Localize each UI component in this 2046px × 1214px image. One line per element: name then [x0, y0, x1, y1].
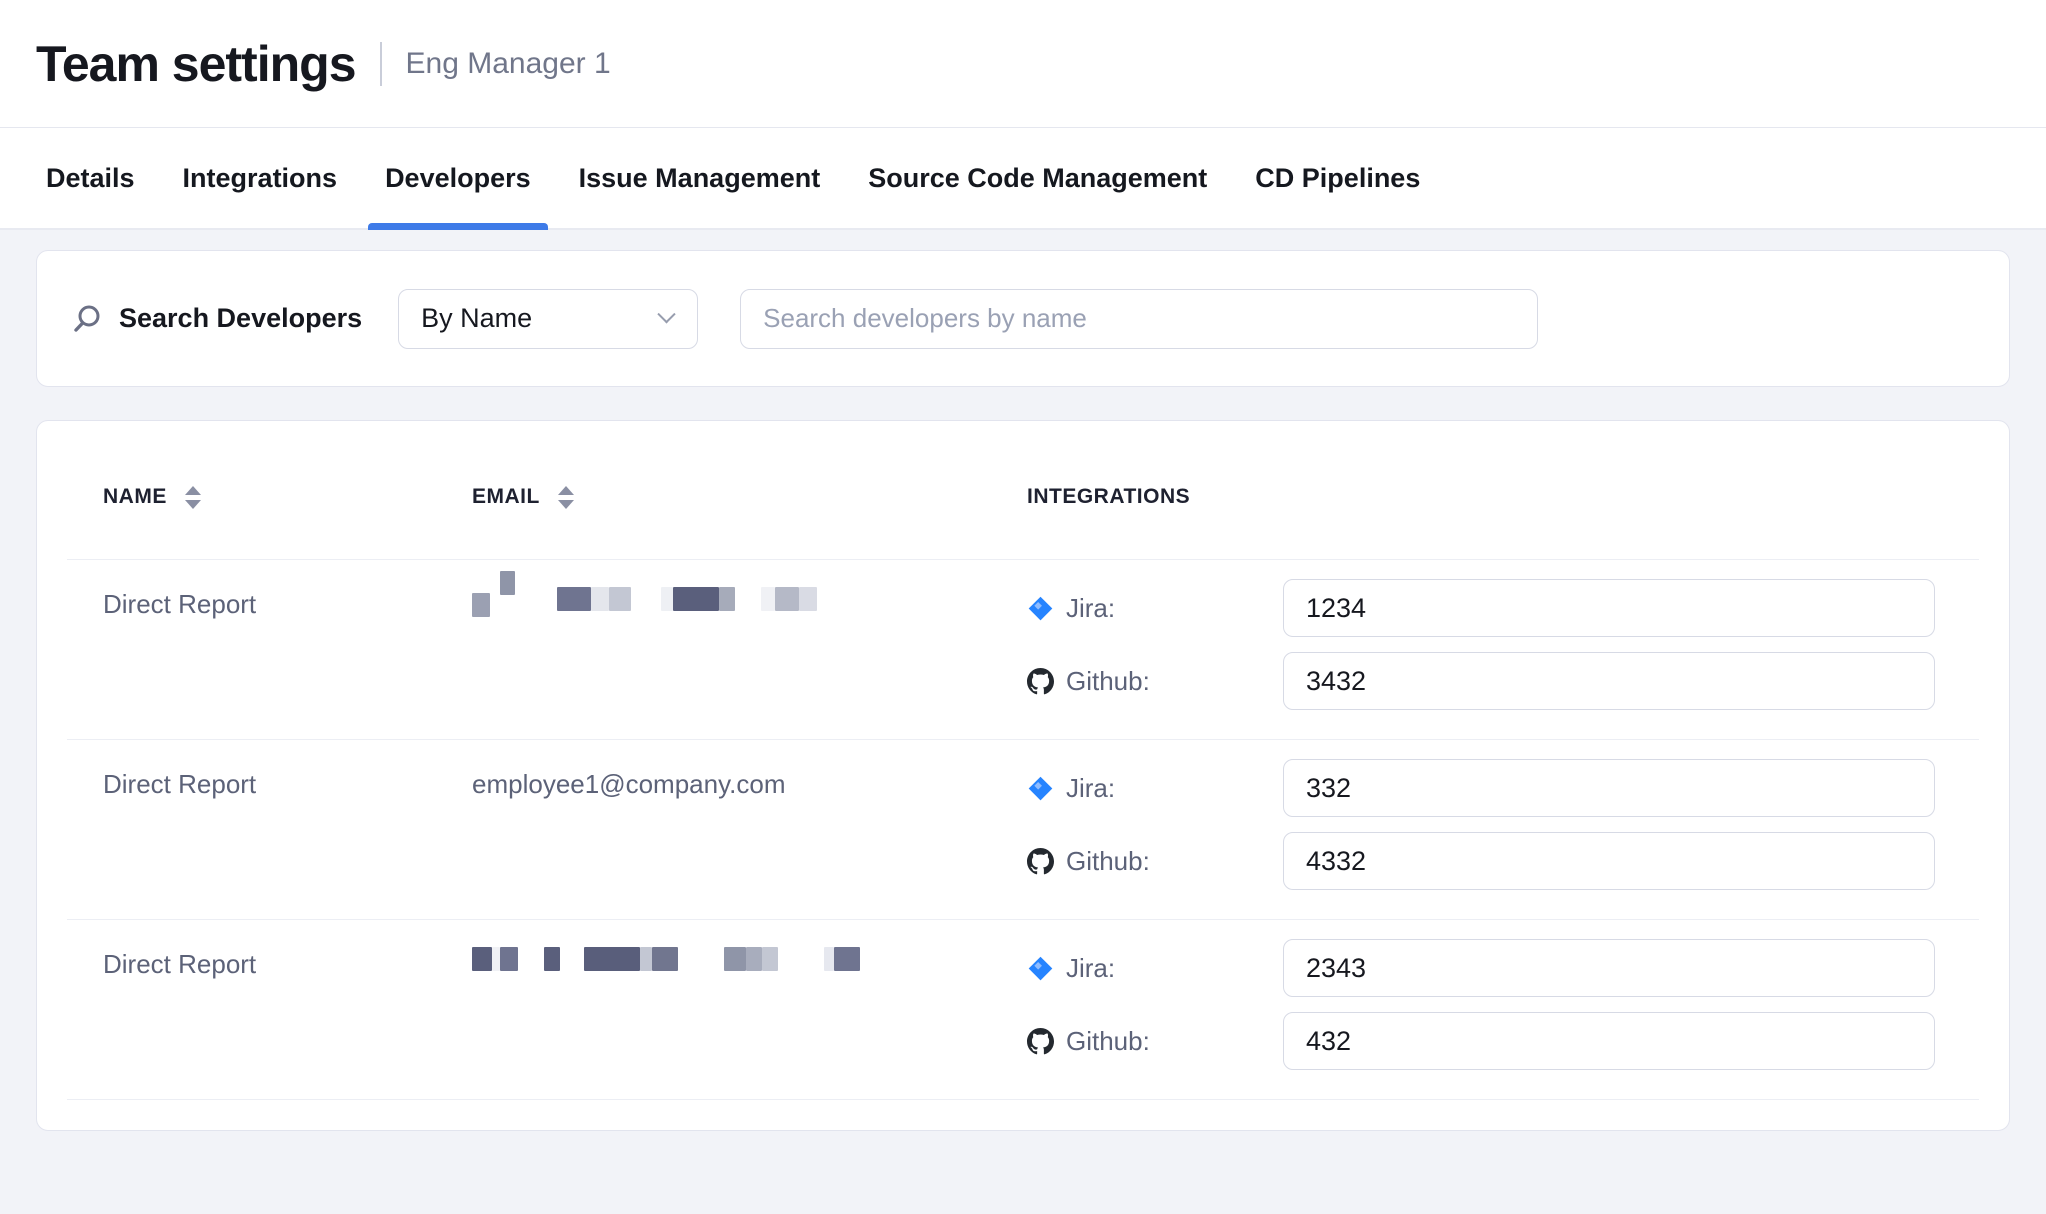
github-label: Github:: [1066, 846, 1150, 877]
github-line: Github:: [1027, 652, 1935, 710]
github-id-input[interactable]: [1283, 652, 1935, 710]
search-icon: [71, 303, 103, 335]
jira-label: Jira:: [1066, 773, 1115, 804]
table-body: Direct Report Jira:: [67, 560, 1979, 1100]
search-filter-selected-value: By Name: [421, 303, 532, 334]
jira-label-box: Jira:: [1027, 773, 1283, 804]
sort-icon[interactable]: [558, 486, 574, 509]
title-row: Team settings Eng Manager 1: [36, 35, 611, 93]
integrations-cell: Jira: Github:: [1027, 579, 1987, 710]
developer-email-cell: [472, 939, 1027, 975]
github-label-box: Github:: [1027, 666, 1283, 697]
tab-integrations[interactable]: Integrations: [166, 128, 355, 228]
sort-icon[interactable]: [185, 486, 201, 509]
jira-line: Jira:: [1027, 759, 1935, 817]
page-subtitle: Eng Manager 1: [406, 47, 611, 81]
jira-icon: [1027, 595, 1054, 622]
table-header-row: NAME EMAIL INTEGRATIONS: [67, 421, 1979, 560]
redacted-email-blocks: [472, 943, 1027, 975]
developers-table-card: NAME EMAIL INTEGRATIONS Direct Report: [36, 420, 2010, 1131]
main-content: Search Developers By Name NAME EMAIL INT…: [0, 230, 2046, 1131]
github-icon: [1027, 1028, 1054, 1055]
github-label: Github:: [1066, 1026, 1150, 1057]
search-filter-select[interactable]: By Name: [398, 289, 698, 349]
jira-label: Jira:: [1066, 953, 1115, 984]
column-header-email[interactable]: EMAIL: [472, 485, 1027, 509]
jira-icon: [1027, 775, 1054, 802]
integrations-cell: Jira: Github:: [1027, 759, 1987, 890]
github-label-box: Github:: [1027, 1026, 1283, 1057]
search-developers-label: Search Developers: [119, 303, 362, 334]
jira-id-input[interactable]: [1283, 579, 1935, 637]
developer-name: Direct Report: [103, 579, 472, 620]
integrations-cell: Jira: Github:: [1027, 939, 1987, 1070]
developer-name: Direct Report: [103, 939, 472, 980]
tab-developers[interactable]: Developers: [368, 128, 548, 228]
github-icon: [1027, 848, 1054, 875]
github-label: Github:: [1066, 666, 1150, 697]
jira-id-input[interactable]: [1283, 939, 1935, 997]
tab-details[interactable]: Details: [29, 128, 152, 228]
jira-id-input[interactable]: [1283, 759, 1935, 817]
github-icon: [1027, 668, 1054, 695]
tab-issue-management[interactable]: Issue Management: [562, 128, 838, 228]
jira-line: Jira:: [1027, 939, 1935, 997]
jira-label-box: Jira:: [1027, 953, 1283, 984]
jira-line: Jira:: [1027, 579, 1935, 637]
column-header-email-label: EMAIL: [472, 485, 540, 509]
column-header-name-label: NAME: [103, 485, 167, 509]
title-separator: [380, 42, 382, 86]
github-line: Github:: [1027, 832, 1935, 890]
column-header-name[interactable]: NAME: [103, 485, 472, 509]
page-title: Team settings: [36, 35, 356, 93]
developer-email: employee1@company.com: [472, 759, 1027, 800]
github-id-input[interactable]: [1283, 832, 1935, 890]
github-id-input[interactable]: [1283, 1012, 1935, 1070]
column-header-integrations-label: INTEGRATIONS: [1027, 485, 1190, 509]
search-developers-card: Search Developers By Name: [36, 250, 2010, 387]
jira-icon: [1027, 955, 1054, 982]
search-input[interactable]: [740, 289, 1538, 349]
jira-label: Jira:: [1066, 593, 1115, 624]
developer-email-cell: [472, 579, 1027, 615]
tab-bar: DetailsIntegrationsDevelopersIssue Manag…: [0, 128, 2046, 230]
page-header: Team settings Eng Manager 1: [0, 0, 2046, 128]
column-header-integrations: INTEGRATIONS: [1027, 485, 1979, 509]
jira-label-box: Jira:: [1027, 593, 1283, 624]
github-line: Github:: [1027, 1012, 1935, 1070]
developer-email-cell: employee1@company.com: [472, 759, 1027, 800]
redacted-email-blocks: [472, 583, 1027, 615]
tab-cd-pipelines[interactable]: CD Pipelines: [1238, 128, 1437, 228]
chevron-down-icon: [657, 305, 675, 323]
table-row: Direct Report Jira:: [67, 920, 1979, 1100]
table-row: Direct Report Jira:: [67, 560, 1979, 740]
github-label-box: Github:: [1027, 846, 1283, 877]
tab-source-code-management[interactable]: Source Code Management: [851, 128, 1224, 228]
developer-name: Direct Report: [103, 759, 472, 800]
table-row: Direct Report employee1@company.com Jira…: [67, 740, 1979, 920]
